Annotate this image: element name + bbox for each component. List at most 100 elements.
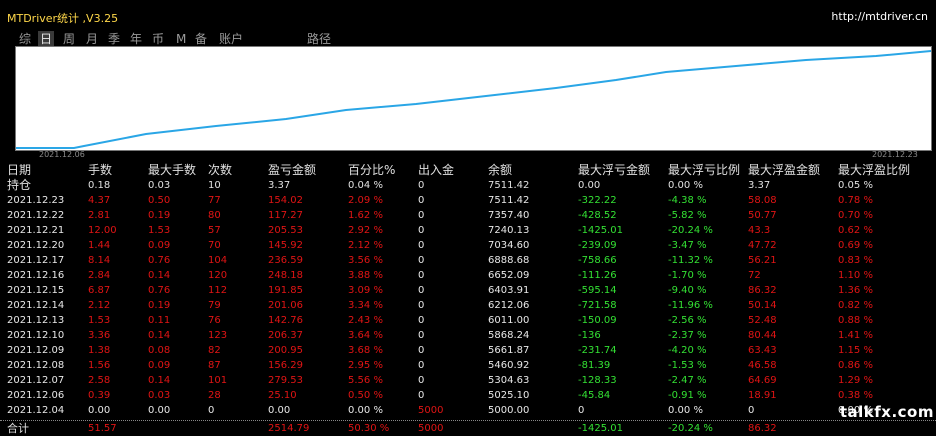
- cell-max-float-loss-pct: -1.70 %: [668, 270, 707, 281]
- cell-profit: 200.95: [268, 345, 303, 356]
- table-row[interactable]: 2021.12.08 1.56 0.09 87 156.29 2.95 % 0 5460.92…: [0, 358, 936, 373]
- table-row[interactable]: 2021.12.14 2.12 0.19 79 201.06 3.34 % 0 6212.06…: [0, 298, 936, 313]
- cell-profit: 236.59: [268, 255, 303, 266]
- cell-balance: 5661.87: [488, 345, 530, 356]
- cell-deposit: 0: [418, 300, 425, 311]
- tab-yearly[interactable]: 年: [128, 31, 144, 47]
- tab-quarterly[interactable]: 季: [106, 31, 122, 47]
- cell-max-lots: 0.76: [148, 285, 171, 296]
- cell-max-float-loss: 0: [578, 405, 585, 416]
- cell-deposit: 0: [418, 315, 425, 326]
- cell-profit: 3.37: [268, 180, 291, 191]
- table-row[interactable]: 2021.12.21 12.00 1.53 57 205.53 2.92 % 0 7240.1…: [0, 223, 936, 238]
- cell-balance: 6212.06: [488, 300, 530, 311]
- cell-max-float-profit: 43.3: [748, 225, 771, 236]
- cell-max-float-profit-pct: 1.15 %: [838, 345, 873, 356]
- cell-lots: 4.37: [88, 195, 111, 206]
- cell-max-float-loss-pct: -2.47 %: [668, 375, 707, 386]
- cell-date: 2021.12.09: [7, 345, 65, 356]
- cell-max-float-profit: 18.91: [748, 390, 777, 401]
- app-title: MTDriver统计 ,V3.25: [7, 12, 119, 25]
- tab-notes[interactable]: 备: [193, 31, 209, 47]
- table-row[interactable]: 2021.12.09 1.38 0.08 82 200.95 3.68 % 0 5661.87…: [0, 343, 936, 358]
- table-row[interactable]: 2021.12.20 1.44 0.09 70 145.92 2.12 % 0 7034.60…: [0, 238, 936, 253]
- tab-monthly[interactable]: 月: [84, 31, 100, 47]
- tab-weekly[interactable]: 周: [61, 31, 77, 47]
- table-row[interactable]: 2021.12.06 0.39 0.03 28 25.10 0.50 % 0 5025.10 -…: [0, 388, 936, 403]
- cell-max-float-profit: 72: [748, 270, 761, 281]
- cell-max-float-profit: 0: [748, 405, 755, 416]
- cell-percent: 3.68 %: [348, 345, 383, 356]
- cell-date: 2021.12.22: [7, 210, 65, 221]
- cell-lots: 51.57: [88, 423, 117, 434]
- cell-max-float-loss: -428.52: [578, 210, 617, 221]
- cell-deposit: 0: [418, 270, 425, 281]
- cell-max-float-profit-pct: 0.83 %: [838, 255, 873, 266]
- cell-max-float-profit-pct: 0.70 %: [838, 210, 873, 221]
- cell-max-float-profit-pct: 1.10 %: [838, 270, 873, 281]
- cell-max-lots: 0.09: [148, 240, 171, 251]
- cell-balance: 5460.92: [488, 360, 530, 371]
- cell-date: 2021.12.08: [7, 360, 65, 371]
- table-row[interactable]: 2021.12.16 2.84 0.14 120 248.18 3.88 % 0 6652.0…: [0, 268, 936, 283]
- cell-deposit: 0: [418, 375, 425, 386]
- cell-deposit: 0: [418, 180, 425, 191]
- stats-table: 日期 手数 最大手数 次数 盈亏金额 百分比% 出入金 余额 最大浮亏金额 最大浮亏比例 最大浮盈金…: [0, 163, 936, 436]
- chart-start-date: 2021.12.06: [39, 150, 85, 159]
- table-row[interactable]: 2021.12.04 0.00 0.00 0 0.00 0.00 % 5000 5000.00…: [0, 403, 936, 418]
- table-row[interactable]: 2021.12.23 4.37 0.50 77 154.02 2.09 % 0 7511.42…: [0, 193, 936, 208]
- cell-percent: 2.43 %: [348, 315, 383, 326]
- cell-max-float-loss-pct: -4.38 %: [668, 195, 707, 206]
- tab-daily[interactable]: 日: [38, 31, 55, 47]
- cell-trades: 80: [208, 210, 221, 221]
- cell-max-lots: 0.50: [148, 195, 171, 206]
- tab-magic[interactable]: M: [174, 31, 188, 47]
- cell-lots: 2.12: [88, 300, 111, 311]
- equity-curve: [16, 50, 931, 149]
- cell-lots: 2.58: [88, 375, 111, 386]
- table-row[interactable]: 2021.12.07 2.58 0.14 101 279.53 5.56 % 0 5304.6…: [0, 373, 936, 388]
- cell-max-float-loss: -239.09: [578, 240, 617, 251]
- cell-percent: 百分比%: [348, 163, 396, 177]
- cell-max-float-loss: -1425.01: [578, 225, 623, 236]
- table-row[interactable]: 2021.12.22 2.81 0.19 80 117.27 1.62 % 0 7357.40…: [0, 208, 936, 223]
- cell-deposit: 0: [418, 345, 425, 356]
- tab-account[interactable]: 账户: [217, 31, 245, 47]
- table-row[interactable]: 2021.12.17 8.14 0.76 104 236.59 3.56 % 0 6888.6…: [0, 253, 936, 268]
- tab-path[interactable]: 路径: [305, 31, 333, 47]
- site-url-link[interactable]: http://mtdriver.cn: [831, 10, 928, 23]
- cell-lots: 12.00: [88, 225, 117, 236]
- cell-max-float-loss-pct: 最大浮亏比例: [668, 163, 741, 177]
- chart-end-date: 2021.12.23: [872, 150, 918, 159]
- cell-max-float-loss-pct: -1.53 %: [668, 360, 707, 371]
- equity-chart-svg: [16, 50, 931, 149]
- cell-lots: 0.18: [88, 180, 111, 191]
- daily-rows: 2021.12.23 4.37 0.50 77 154.02 2.09 % 0 7511.42…: [0, 193, 936, 418]
- cell-max-lots: 0.76: [148, 255, 171, 266]
- cell-profit: 206.37: [268, 330, 303, 341]
- tab-summary[interactable]: 综: [17, 31, 33, 47]
- cell-profit: 156.29: [268, 360, 303, 371]
- cell-max-float-profit: 80.44: [748, 330, 777, 341]
- cell-balance: 6888.68: [488, 255, 530, 266]
- cell-trades: 70: [208, 240, 221, 251]
- cell-max-lots: 0.03: [148, 180, 171, 191]
- cell-deposit: 0: [418, 330, 425, 341]
- cell-balance: 7511.42: [488, 195, 530, 206]
- cell-max-float-loss: -595.14: [578, 285, 617, 296]
- cell-lots: 1.44: [88, 240, 111, 251]
- table-row[interactable]: 2021.12.10 3.36 0.14 123 206.37 3.64 % 0 5868.2…: [0, 328, 936, 343]
- cell-profit: 248.18: [268, 270, 303, 281]
- cell-trades: 87: [208, 360, 221, 371]
- cell-max-float-loss-pct: 0.00 %: [668, 405, 703, 416]
- cell-max-float-profit: 86.32: [748, 423, 777, 434]
- cell-profit: 2514.79: [268, 423, 310, 434]
- cell-balance: 7240.13: [488, 225, 530, 236]
- tab-currency[interactable]: 币: [150, 31, 166, 47]
- table-row[interactable]: 2021.12.15 6.87 0.76 112 191.85 3.09 % 0 6403.9…: [0, 283, 936, 298]
- cell-max-float-loss: -758.66: [578, 255, 617, 266]
- table-row[interactable]: 2021.12.13 1.53 0.11 76 142.76 2.43 % 0 6011.00…: [0, 313, 936, 328]
- cell-lots: 6.87: [88, 285, 111, 296]
- cell-max-float-profit: 86.32: [748, 285, 777, 296]
- cell-trades: 112: [208, 285, 228, 296]
